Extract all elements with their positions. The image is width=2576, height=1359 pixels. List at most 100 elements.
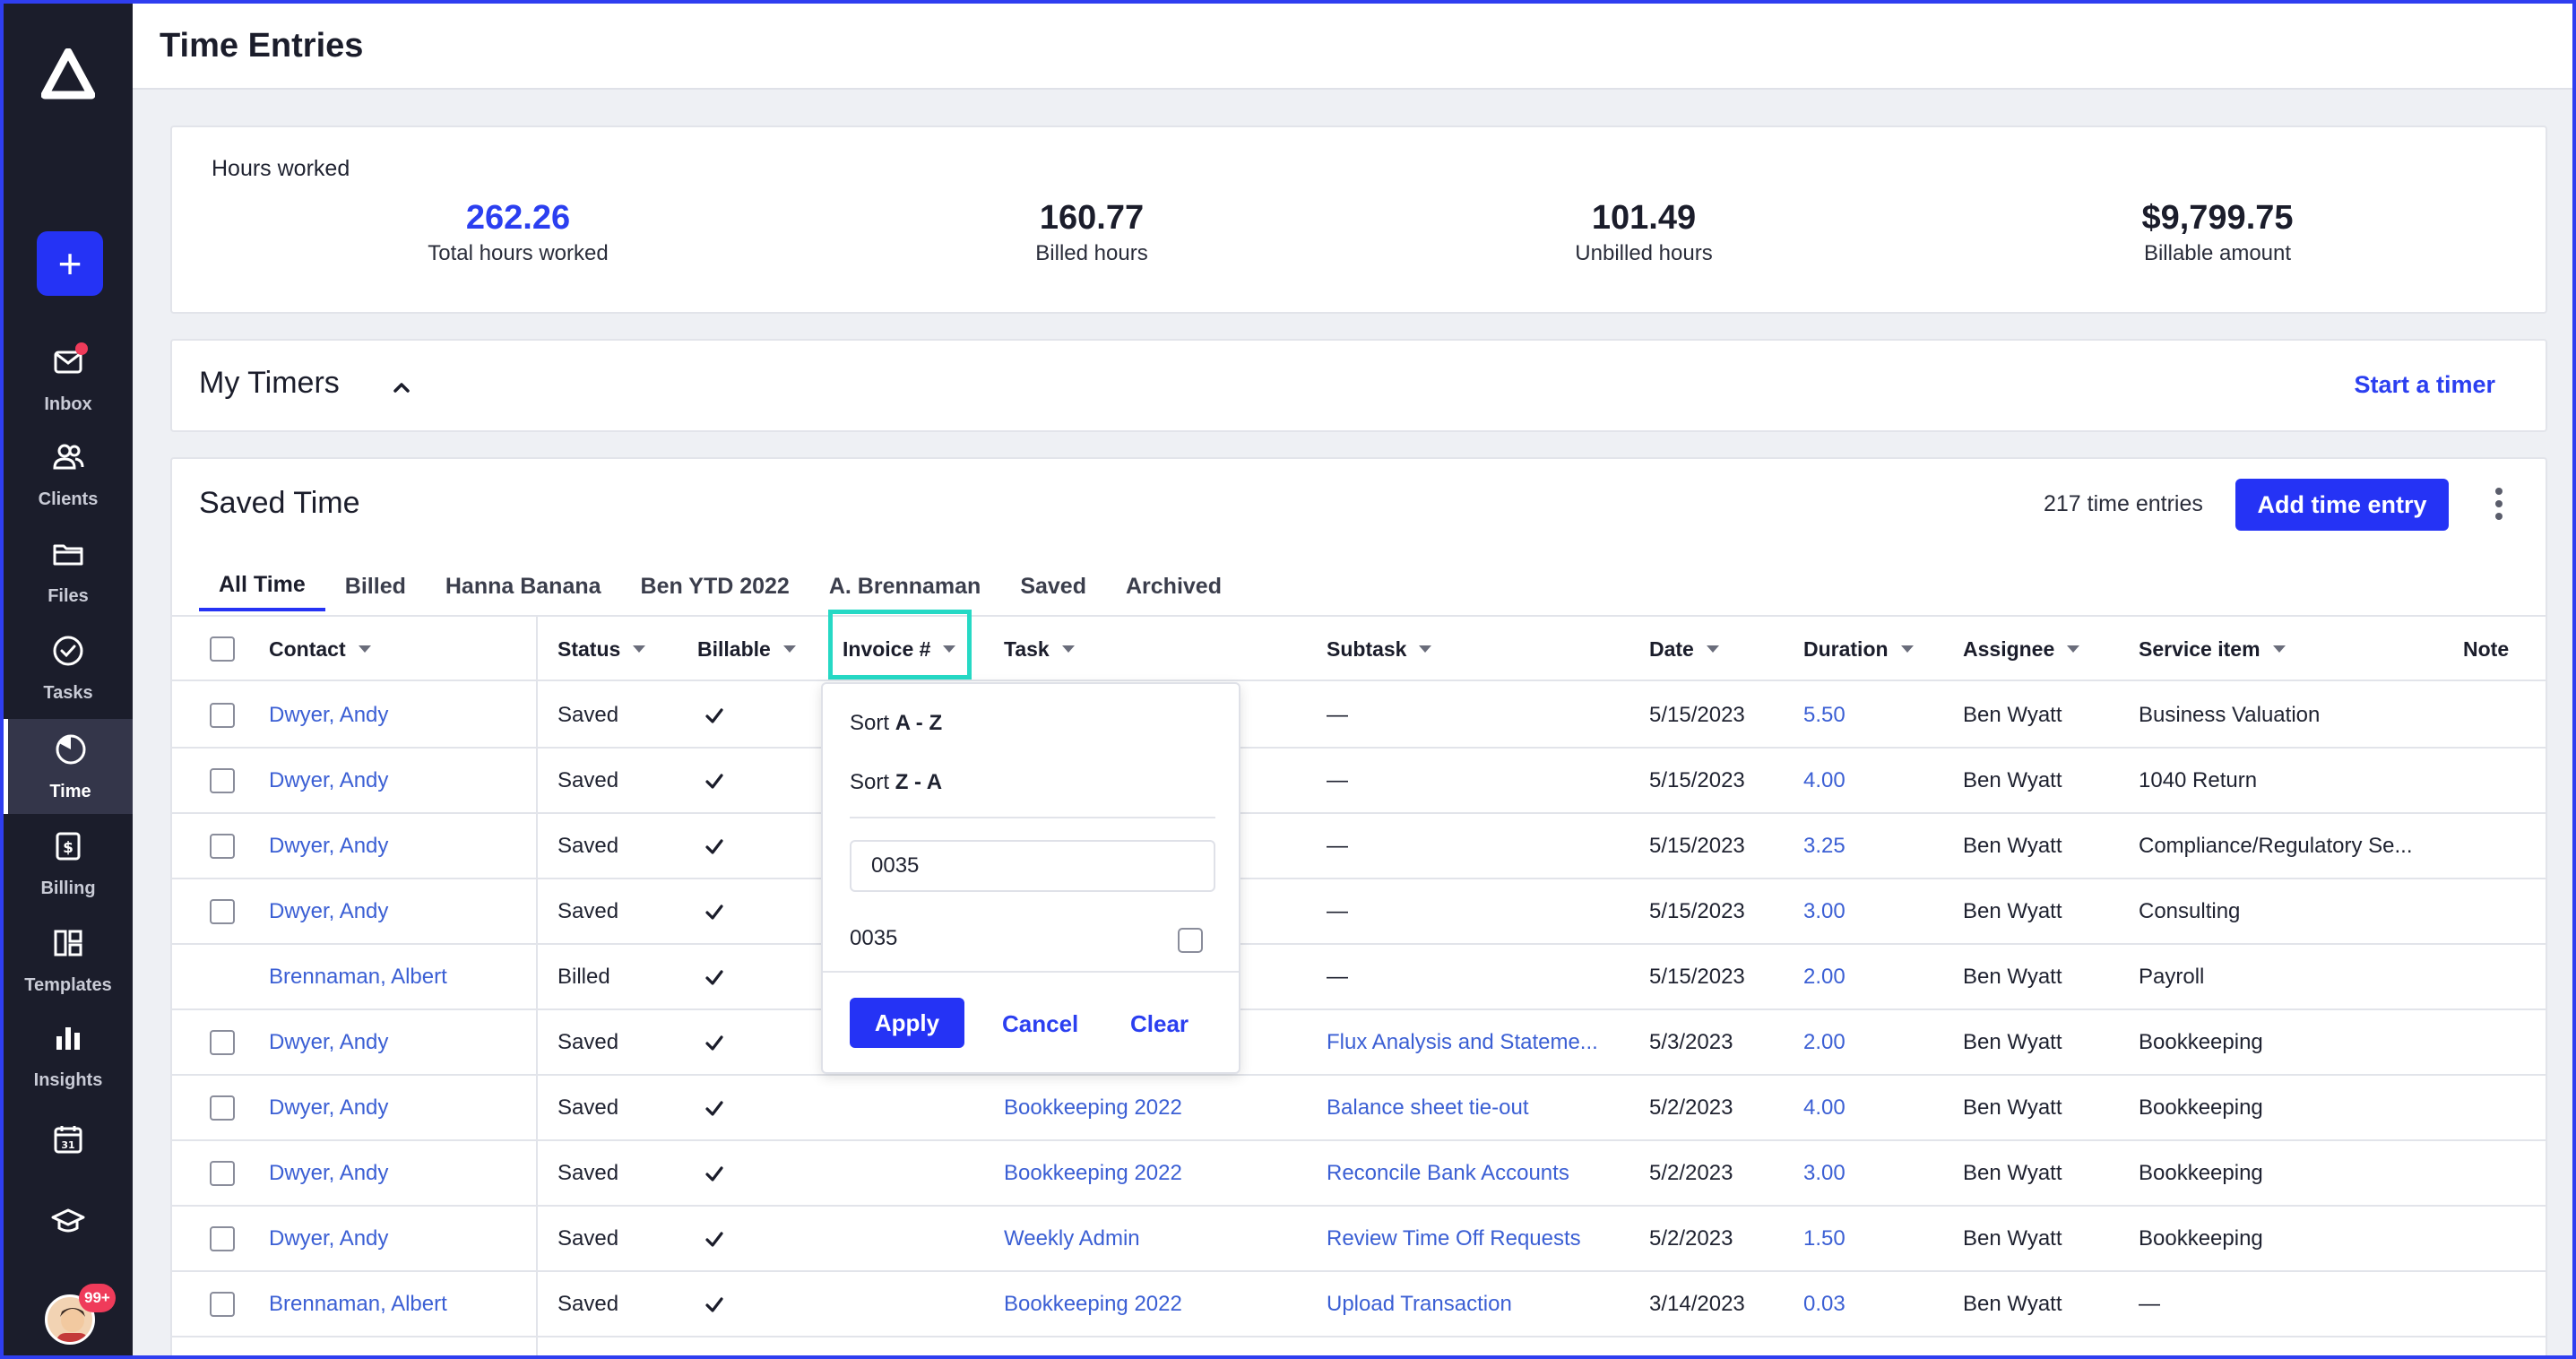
row-checkbox[interactable] [210, 1030, 235, 1055]
apply-button[interactable]: Apply [850, 998, 964, 1048]
duration-link[interactable]: 4.00 [1803, 749, 1947, 813]
duration-link[interactable]: 1.50 [1803, 1207, 1947, 1271]
table-row[interactable]: Dwyer, Andy Saved Flux Analysis and Statem… [172, 1010, 2546, 1076]
chevron-down-icon[interactable] [2272, 645, 2286, 653]
subtask-link[interactable]: Reconcile Bank Accounts [1327, 1141, 1631, 1206]
table-row[interactable]: Dwyer, Andy Saved — 5/15/2023 3.00 Ben Wyatt C… [172, 879, 2546, 945]
duration-link[interactable]: 0.03 [1803, 1272, 1947, 1337]
contact-link[interactable]: Dwyer, Andy [269, 1207, 538, 1271]
start-timer-link[interactable]: Start a timer [2354, 371, 2495, 399]
chevron-down-icon[interactable] [358, 645, 371, 653]
duration-link[interactable]: 3.25 [1803, 814, 1947, 879]
task-link[interactable]: Weekly Admin [1004, 1207, 1309, 1271]
tab-all-time[interactable]: All Time [199, 561, 325, 611]
contact-link[interactable]: Dwyer, Andy [269, 749, 538, 813]
contact-link[interactable]: Brennaman, Albert [269, 1272, 538, 1337]
new-plus-button[interactable]: + [37, 231, 103, 296]
chevron-down-icon[interactable] [2067, 645, 2080, 653]
select-all-checkbox[interactable] [210, 636, 235, 662]
duration-link[interactable]: 4.00 [1803, 1076, 1947, 1140]
tab-ben-ytd-2022[interactable]: Ben YTD 2022 [621, 561, 809, 611]
table-row[interactable]: Dwyer, Andy Saved Bookkeeping 2022 Balance … [172, 1076, 2546, 1141]
row-checkbox[interactable] [210, 703, 235, 728]
column-header-subtask[interactable]: Subtask [1327, 617, 1432, 681]
table-row[interactable]: Dwyer, Andy Saved Weekly Admin Review Time … [172, 1207, 2546, 1272]
table-row[interactable]: Brennaman, Albert Billed — 5/15/2023 2.00 Ben… [172, 945, 2546, 1010]
duration-link[interactable]: 2.00 [1803, 1010, 1947, 1075]
subtask-link[interactable]: Balance sheet tie-out [1327, 1076, 1631, 1140]
table-row[interactable]: Dwyer, Andy Saved — 5/15/2023 4.00 Ben Wyatt 1… [172, 749, 2546, 814]
column-header-service[interactable]: Service item [2139, 617, 2286, 681]
contact-link[interactable]: Dwyer, Andy [269, 1141, 538, 1206]
column-header-label: Service item [2139, 636, 2260, 661]
clear-button[interactable]: Clear [1130, 1010, 1189, 1038]
column-header-assignee[interactable]: Assignee [1963, 617, 2080, 681]
subtask-link[interactable]: Flux Analysis and Stateme... [1327, 1010, 1631, 1075]
chevron-down-icon[interactable] [782, 645, 796, 653]
row-checkbox[interactable] [210, 899, 235, 924]
column-header-date[interactable]: Date [1649, 617, 1719, 681]
sidebar-item-billing[interactable]: $ Billing [4, 816, 133, 911]
duration-link[interactable]: 3.00 [1803, 1141, 1947, 1206]
more-options-icon[interactable] [2494, 486, 2504, 522]
column-header-note[interactable]: Note [2463, 617, 2509, 681]
invoice-option-checkbox[interactable] [1178, 928, 1203, 953]
invoice-search-input[interactable] [850, 840, 1215, 892]
sort-z-a-option[interactable]: Sort Z - A [850, 770, 942, 795]
column-header-duration[interactable]: Duration [1803, 617, 1914, 681]
sidebar-item-tasks[interactable]: Tasks [4, 620, 133, 715]
chevron-down-icon[interactable] [633, 645, 646, 653]
sidebar-item-graduation-cap[interactable] [4, 1189, 133, 1260]
chevron-down-icon[interactable] [1061, 645, 1075, 653]
tab-billed[interactable]: Billed [325, 561, 426, 611]
column-header-billable[interactable]: Billable [697, 617, 796, 681]
sidebar-item-time[interactable]: Time [4, 719, 133, 814]
contact-link[interactable]: Dwyer, Andy [269, 1010, 538, 1075]
tab-saved[interactable]: Saved [1000, 561, 1106, 611]
row-checkbox[interactable] [210, 1292, 235, 1317]
table-row[interactable]: Dwyer, Andy Saved — 5/15/2023 5.50 Ben Wyatt B… [172, 683, 2546, 749]
sidebar-item-files[interactable]: Files [4, 524, 133, 619]
column-header-task[interactable]: Task [1004, 617, 1075, 681]
task-link[interactable]: Bookkeeping 2022 [1004, 1076, 1309, 1140]
task-link[interactable]: Bookkeeping 2022 [1004, 1272, 1309, 1337]
chevron-up-icon[interactable] [389, 375, 414, 400]
duration-link[interactable]: 2.00 [1803, 945, 1947, 1009]
chevron-down-icon[interactable] [1419, 645, 1432, 653]
sidebar-item-clients[interactable]: Clients [4, 427, 133, 522]
contact-link[interactable]: Dwyer, Andy [269, 683, 538, 748]
tab-archived[interactable]: Archived [1106, 561, 1241, 611]
task-link[interactable]: Bookkeeping 2022 [1004, 1141, 1309, 1206]
row-checkbox[interactable] [210, 1095, 235, 1121]
table-row[interactable]: Dwyer, Andy Saved — 5/15/2023 3.25 Ben Wyatt C… [172, 814, 2546, 879]
column-header-status[interactable]: Status [558, 617, 646, 681]
cancel-button[interactable]: Cancel [1002, 1010, 1078, 1038]
row-checkbox[interactable] [210, 1161, 235, 1186]
contact-link[interactable]: Dwyer, Andy [269, 879, 538, 944]
sidebar-item-templates[interactable]: Templates [4, 913, 133, 1008]
tab-a-brennaman[interactable]: A. Brennaman [809, 561, 1000, 611]
row-checkbox[interactable] [210, 1226, 235, 1251]
table-row[interactable]: Brennaman, Albert Saved Bookkeeping 2022 Up… [172, 1272, 2546, 1337]
sort-a-z-option[interactable]: Sort A - Z [850, 711, 942, 736]
contact-link[interactable]: Brennaman, Albert [269, 945, 538, 1009]
column-header-contact[interactable]: Contact [269, 617, 371, 681]
chevron-down-icon[interactable] [1900, 645, 1914, 653]
chevron-down-icon[interactable] [1706, 645, 1719, 653]
row-checkbox[interactable] [210, 768, 235, 793]
sidebar-item-inbox[interactable]: Inbox [4, 332, 133, 427]
sidebar-item-insights[interactable]: Insights [4, 1008, 133, 1103]
sort-prefix: Sort [850, 770, 895, 794]
table-row[interactable]: Dwyer, Andy Saved Bookkeeping 2022 Reconcil… [172, 1141, 2546, 1207]
contact-link[interactable]: Dwyer, Andy [269, 1076, 538, 1140]
tab-hanna-banana[interactable]: Hanna Banana [426, 561, 621, 611]
add-time-entry-button[interactable]: Add time entry [2235, 479, 2449, 531]
contact-link[interactable]: Dwyer, Andy [269, 814, 538, 879]
sidebar-item-calendar[interactable]: 31 [4, 1106, 133, 1178]
duration-link[interactable]: 3.00 [1803, 879, 1947, 944]
subtask-link[interactable]: Review Time Off Requests [1327, 1207, 1631, 1271]
duration-link[interactable]: 5.50 [1803, 683, 1947, 748]
row-checkbox[interactable] [210, 834, 235, 859]
subtask-link[interactable]: Upload Transaction [1327, 1272, 1631, 1337]
app-logo-icon[interactable] [41, 48, 95, 102]
